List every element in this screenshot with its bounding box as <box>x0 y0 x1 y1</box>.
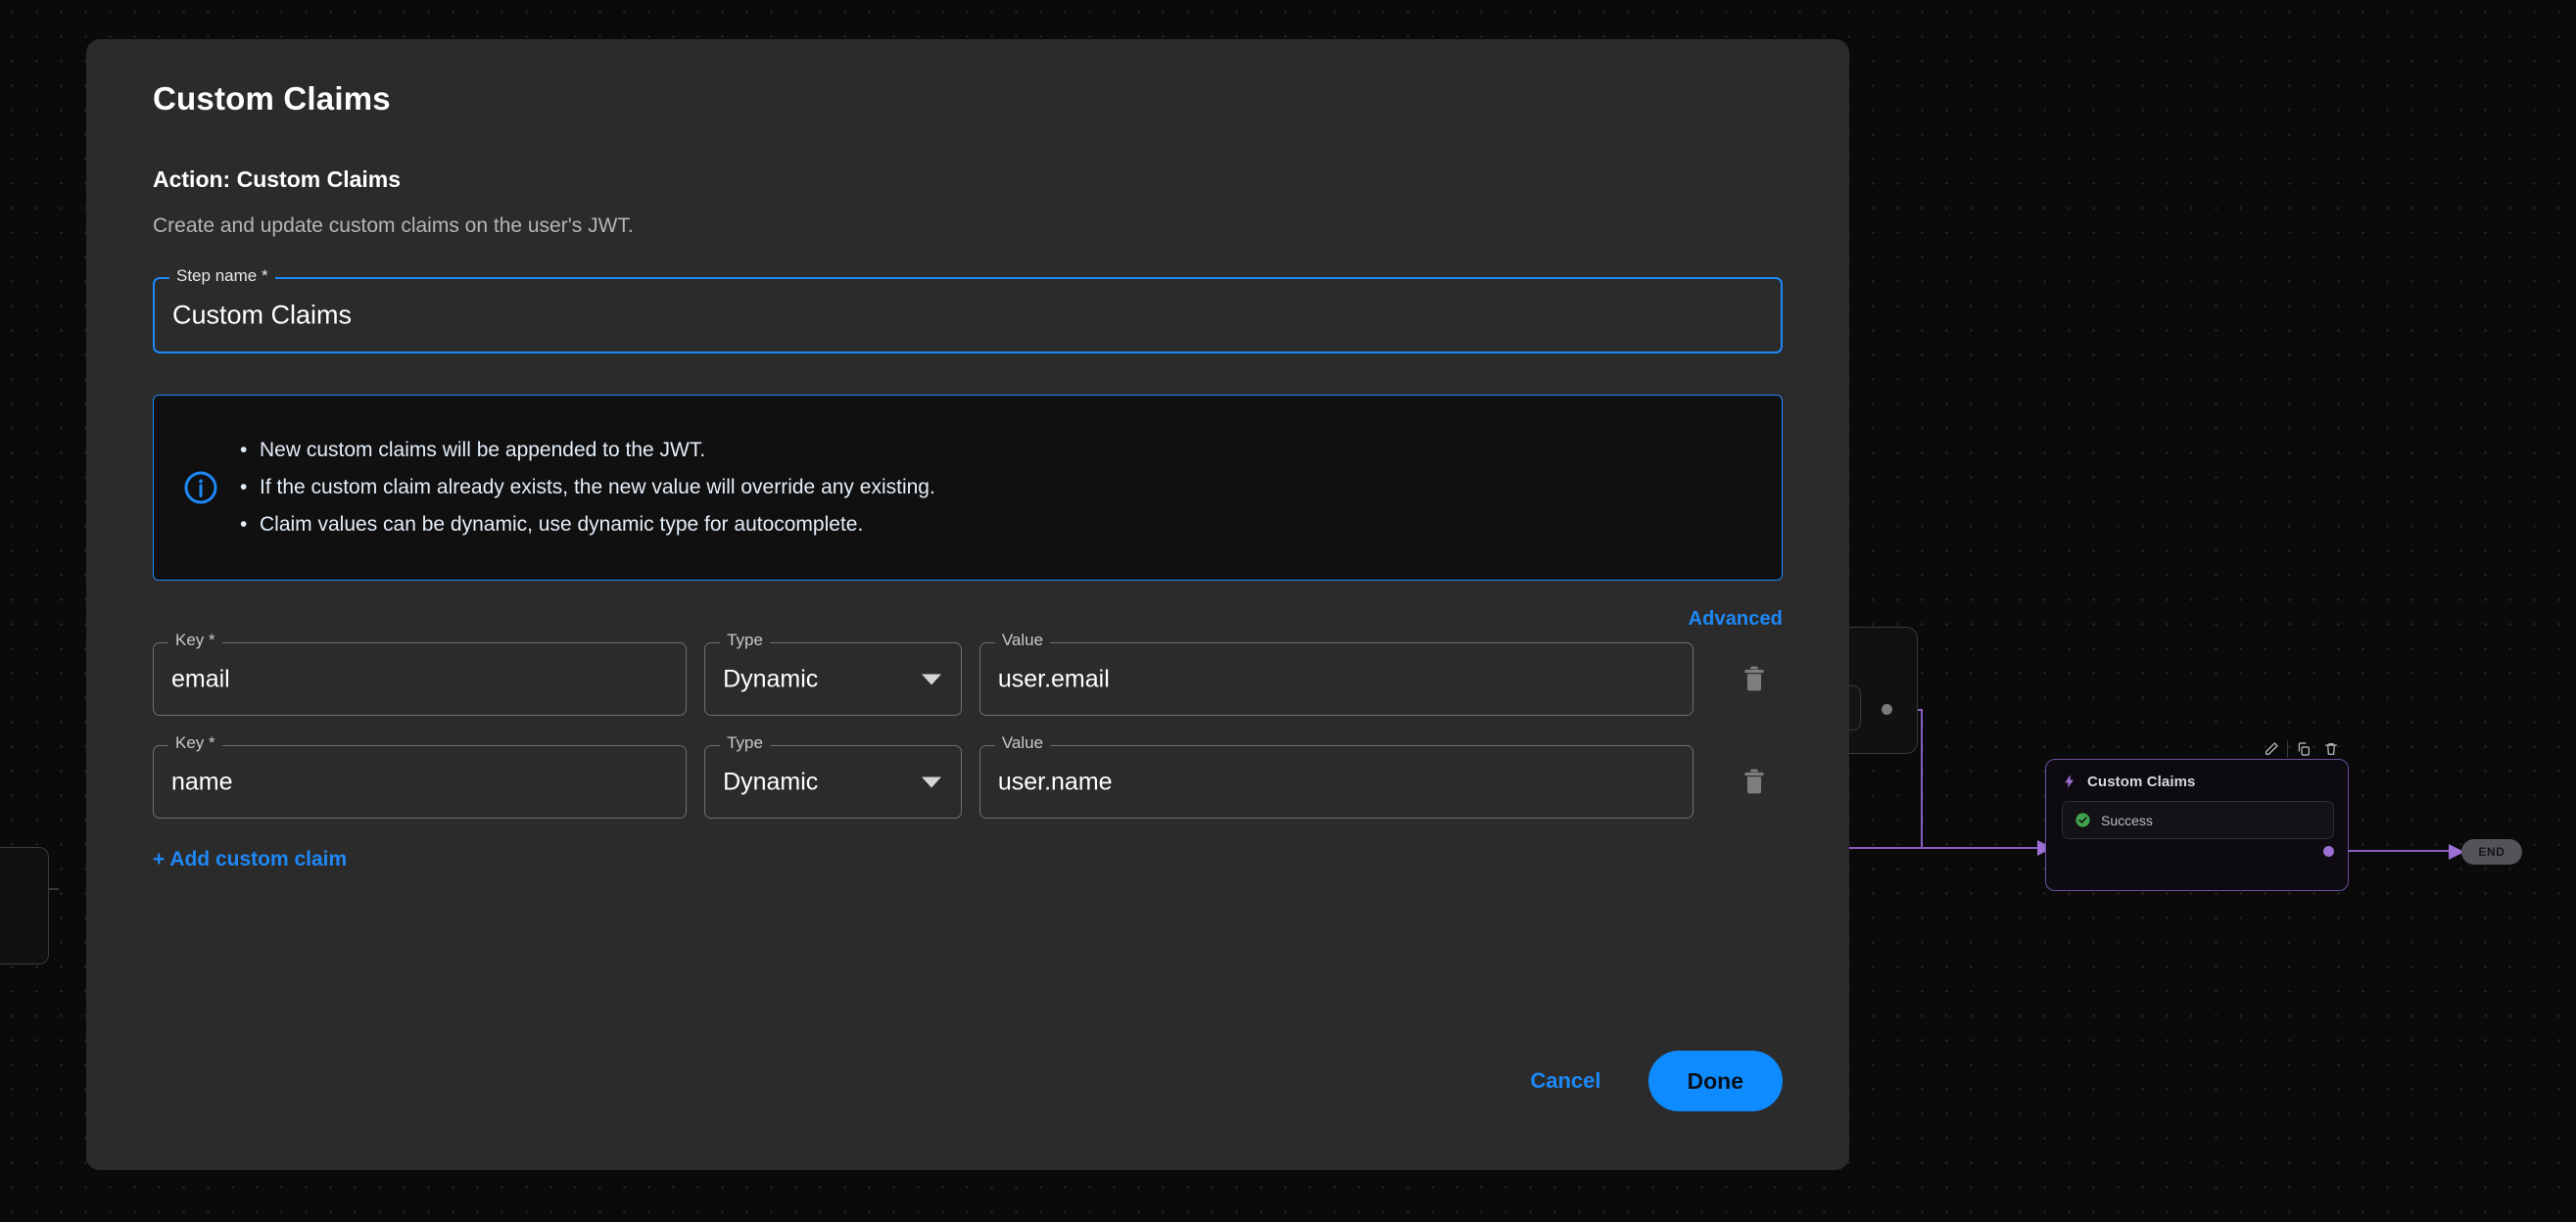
action-description: Create and update custom claims on the u… <box>153 214 1783 238</box>
delete-claim-button[interactable] <box>1725 652 1783 707</box>
claim-row: Key * name Type Dynamic Value user.name <box>153 745 1783 819</box>
trash-icon <box>1741 768 1767 797</box>
node-title: Custom Claims <box>2087 774 2196 790</box>
info-circle-icon <box>183 470 218 505</box>
claims-list: Key * email Type Dynamic Value user.emai… <box>153 642 1783 819</box>
toolbar-divider <box>2287 740 2288 758</box>
end-node[interactable]: END <box>2461 839 2522 865</box>
claim-type-select[interactable]: Type Dynamic <box>704 745 962 819</box>
info-bullet: If the custom claim already exists, the … <box>240 469 935 506</box>
info-bullet: New custom claims will be appended to th… <box>240 432 935 469</box>
info-bullet: Claim values can be dynamic, use dynamic… <box>240 506 935 543</box>
claim-value-value: user.name <box>998 768 1113 796</box>
custom-claims-dialog: Custom Claims Action: Custom Claims Crea… <box>86 39 1849 1170</box>
action-heading: Action: Custom Claims <box>153 166 1783 193</box>
cancel-button[interactable]: Cancel <box>1530 1068 1600 1094</box>
step-name-label: Step name * <box>169 267 275 284</box>
claim-value-value: user.email <box>998 665 1110 693</box>
claim-type-value: Dynamic <box>723 665 818 693</box>
advanced-link[interactable]: Advanced <box>1689 608 1783 631</box>
claim-value-input[interactable]: Value user.email <box>979 642 1693 716</box>
claim-key-input[interactable]: Key * name <box>153 745 687 819</box>
chevron-down-icon[interactable] <box>922 674 941 684</box>
add-custom-claim-button[interactable]: + Add custom claim <box>153 848 1783 871</box>
check-circle-icon <box>2075 812 2091 828</box>
claim-key-value: name <box>171 768 233 796</box>
claim-type-value: Dynamic <box>723 768 818 796</box>
claim-value-input[interactable]: Value user.name <box>979 745 1693 819</box>
info-bullet-list: New custom claims will be appended to th… <box>240 432 935 543</box>
page-title: Custom Claims <box>153 80 1783 118</box>
claim-key-input[interactable]: Key * email <box>153 642 687 716</box>
claim-key-label: Key * <box>168 632 222 648</box>
node-header: Custom Claims <box>2046 760 2348 799</box>
step-name-input[interactable]: Step name * Custom Claims <box>153 277 1783 353</box>
done-button[interactable]: Done <box>1648 1051 1784 1111</box>
claim-value-label: Value <box>995 734 1050 751</box>
claim-key-value: email <box>171 665 230 693</box>
claim-type-label: Type <box>720 632 770 648</box>
node-status-label: Success <box>2101 813 2153 828</box>
node-status-row[interactable]: Success <box>2062 801 2334 839</box>
lightning-bolt-icon <box>2062 773 2077 790</box>
node-success-port[interactable] <box>2323 846 2334 857</box>
trash-icon <box>1741 665 1767 694</box>
info-callout: New custom claims will be appended to th… <box>153 395 1783 581</box>
delete-claim-button[interactable] <box>1725 755 1783 810</box>
claim-row: Key * email Type Dynamic Value user.emai… <box>153 642 1783 716</box>
claim-value-label: Value <box>995 632 1050 648</box>
advanced-row: Advanced <box>153 608 1783 631</box>
flow-node-custom-claims[interactable]: Custom Claims Success <box>2045 759 2349 891</box>
ghost-node-left[interactable] <box>0 847 49 964</box>
claim-type-select[interactable]: Type Dynamic <box>704 642 962 716</box>
dialog-footer: Cancel Done <box>1530 1051 1783 1111</box>
claim-type-label: Type <box>720 734 770 751</box>
claim-key-label: Key * <box>168 734 222 751</box>
chevron-down-icon[interactable] <box>922 776 941 787</box>
node-output-port[interactable] <box>1882 704 1892 715</box>
step-name-value: Custom Claims <box>172 301 352 331</box>
